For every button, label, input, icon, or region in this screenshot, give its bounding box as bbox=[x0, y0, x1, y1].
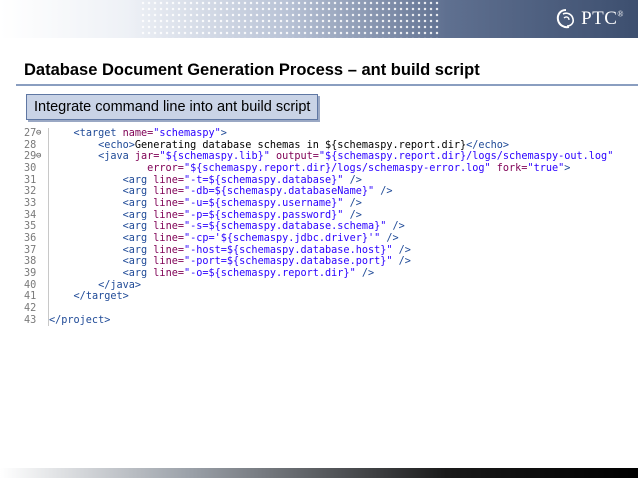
line-number: 29 ⊖ bbox=[24, 151, 49, 163]
code-line: 41 </target> bbox=[24, 291, 613, 303]
code-listing: 27 ⊖ <target name="schemaspy"> 28 <echo>Ge… bbox=[24, 128, 613, 327]
code-line: 32 <arg line="-db=${schemaspy.databaseNa… bbox=[24, 186, 613, 198]
fold-icon[interactable]: ⊖ bbox=[36, 151, 41, 163]
code-text: <arg line="-db=${schemaspy.databaseName}… bbox=[122, 186, 393, 198]
code-line: 36 <arg line="-cp='${schemaspy.jdbc.driv… bbox=[24, 232, 613, 245]
code-text: </target> bbox=[73, 291, 129, 303]
code-text: <arg line="-o=${schemaspy.report.dir}" /… bbox=[122, 267, 375, 279]
line-number: 33 bbox=[24, 197, 49, 210]
code-line: 27 ⊖ <target name="schemaspy"> bbox=[24, 128, 613, 140]
code-text: <arg line="-u=${schemaspy.username}" /> bbox=[122, 197, 362, 209]
code-line: 34 <arg line="-p=${schemaspy.password}" … bbox=[24, 209, 613, 222]
code-text: <arg line="-port=${schemaspy.database.po… bbox=[122, 256, 411, 268]
line-number: 28 bbox=[24, 139, 49, 152]
footer-band bbox=[0, 468, 638, 478]
line-number: 31 bbox=[24, 174, 49, 187]
code-text: <target name="schemaspy"> bbox=[73, 128, 227, 139]
code-text: <echo>Generating database schemas in ${s… bbox=[98, 139, 510, 151]
ptc-logo: PTC® bbox=[555, 6, 624, 32]
code-line: 31 <arg line="-t=${schemaspy.database}" … bbox=[24, 174, 613, 187]
code-text: <arg line="-host=${schemaspy.database.ho… bbox=[122, 244, 411, 256]
line-number: 37 bbox=[24, 244, 49, 257]
line-number: 42 bbox=[24, 302, 49, 315]
code-line: 28 <echo>Generating database schemas in … bbox=[24, 139, 613, 152]
line-number: 38 bbox=[24, 256, 49, 268]
fold-icon[interactable]: ⊖ bbox=[36, 128, 41, 140]
code-line: 30 error="${schemaspy.report.dir}/logs/s… bbox=[24, 162, 613, 175]
code-text: <arg line="-s=${schemaspy.database.schem… bbox=[122, 221, 405, 233]
slide-title: Database Document Generation Process – a… bbox=[24, 61, 480, 79]
header-band: PTC® bbox=[0, 0, 638, 38]
line-number: 39 bbox=[24, 267, 49, 280]
line-number: 41 bbox=[24, 291, 49, 303]
code-text: </project> bbox=[49, 314, 111, 326]
header-dot-pattern bbox=[140, 0, 440, 38]
logo-text: PTC® bbox=[581, 8, 624, 29]
code-line: 38 <arg line="-port=${schemaspy.database… bbox=[24, 256, 613, 268]
line-number: 30 bbox=[24, 162, 49, 175]
line-number: 43 bbox=[24, 314, 49, 327]
code-text: <arg line="-t=${schemaspy.database}" /> bbox=[122, 174, 362, 186]
subtitle-box: Integrate command line into ant build sc… bbox=[26, 94, 319, 120]
code-text: <java jar="${schemaspy.lib}" output="${s… bbox=[98, 151, 614, 163]
line-number: 40 bbox=[24, 279, 49, 292]
code-line: 39 <arg line="-o=${schemaspy.report.dir}… bbox=[24, 267, 613, 280]
code-line: 43 </project> bbox=[24, 314, 613, 327]
code-text: </java> bbox=[98, 279, 142, 291]
code-line: 29 ⊖ <java jar="${schemaspy.lib}" output=… bbox=[24, 151, 613, 163]
line-number: 36 bbox=[24, 232, 49, 245]
line-number: 35 bbox=[24, 221, 49, 233]
code-text: <arg line="-cp='${schemaspy.jdbc.driver}… bbox=[122, 232, 399, 244]
line-number: 34 bbox=[24, 209, 49, 222]
line-number: 32 bbox=[24, 186, 49, 198]
code-text: <arg line="-p=${schemaspy.password}" /> bbox=[122, 209, 362, 221]
code-line: 40 </java> bbox=[24, 279, 613, 292]
code-line: 35 <arg line="-s=${schemaspy.database.sc… bbox=[24, 221, 613, 233]
line-number: 27 ⊖ bbox=[24, 128, 49, 140]
code-line: 42 bbox=[24, 302, 613, 315]
code-text: error="${schemaspy.report.dir}/logs/sche… bbox=[147, 162, 571, 174]
code-line: 33 <arg line="-u=${schemaspy.username}" … bbox=[24, 197, 613, 210]
code-line: 37 <arg line="-host=${schemaspy.database… bbox=[24, 244, 613, 257]
ptc-swirl-icon bbox=[556, 9, 575, 29]
title-divider bbox=[16, 84, 638, 86]
